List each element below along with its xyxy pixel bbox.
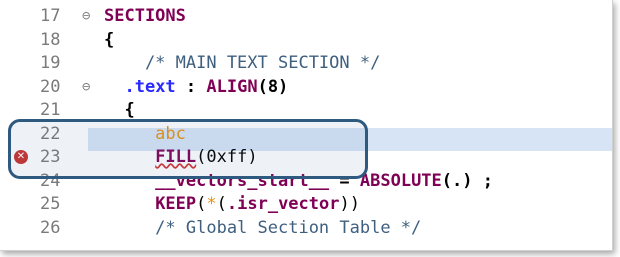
code-token: : (175, 76, 207, 97)
line-number: 26 (40, 217, 61, 238)
code-line[interactable]: 17 ⊖ SECTIONS (0, 5, 612, 28)
code-token: * (206, 194, 217, 214)
fold-toggle-icon[interactable]: ⊖ (82, 5, 90, 28)
code-token: (8) (257, 76, 289, 97)
code-token: KEEP (155, 194, 197, 214)
annotation-highlight-box (8, 119, 368, 179)
line-number: 18 (40, 29, 61, 50)
code-token: .isr_vector (226, 194, 340, 214)
line-number: 17 (40, 6, 61, 26)
code-text: { (104, 29, 114, 52)
code-editor[interactable]: 17 ⊖ SECTIONS 18 {19 /* MAIN TEXT SECTION */… (0, 0, 613, 251)
code-line[interactable]: 19 /* MAIN TEXT SECTION */ (0, 52, 612, 75)
code-token: SECTIONS (104, 6, 186, 26)
code-line[interactable]: 26 /* Global Section Table */ (0, 217, 612, 240)
code-token: ABSOLUTE (359, 170, 442, 191)
code-text: /* Global Section Table */ (104, 217, 421, 240)
code-token: )) (339, 194, 360, 214)
code-token: /* MAIN TEXT SECTION */ (104, 53, 381, 73)
code-text: /* MAIN TEXT SECTION */ (104, 52, 380, 75)
code-token: ALIGN (206, 76, 258, 97)
code-token: ( (216, 194, 227, 214)
code-token: ( (196, 194, 207, 214)
code-line[interactable]: 25 KEEP(*(.isr_vector)) (0, 193, 612, 216)
code-text: KEEP(*(.isr_vector)) (104, 193, 360, 216)
line-number: 25 (40, 194, 61, 214)
code-token: /* Global Section Table */ (104, 217, 422, 238)
code-text: SECTIONS (104, 5, 186, 28)
code-line[interactable]: 20 ⊖ .text : ALIGN(8) (0, 76, 612, 99)
code-line[interactable]: 18 { (0, 29, 612, 52)
line-number: 19 (40, 53, 61, 73)
code-token: { (104, 29, 115, 50)
code-token: .text (124, 76, 176, 97)
fold-toggle-icon[interactable]: ⊖ (82, 76, 90, 99)
code-token: (.) ; (441, 170, 493, 191)
code-token: { (104, 100, 135, 120)
line-number: 20 (40, 76, 61, 97)
code-text: .text : ALIGN(8) (104, 76, 288, 99)
